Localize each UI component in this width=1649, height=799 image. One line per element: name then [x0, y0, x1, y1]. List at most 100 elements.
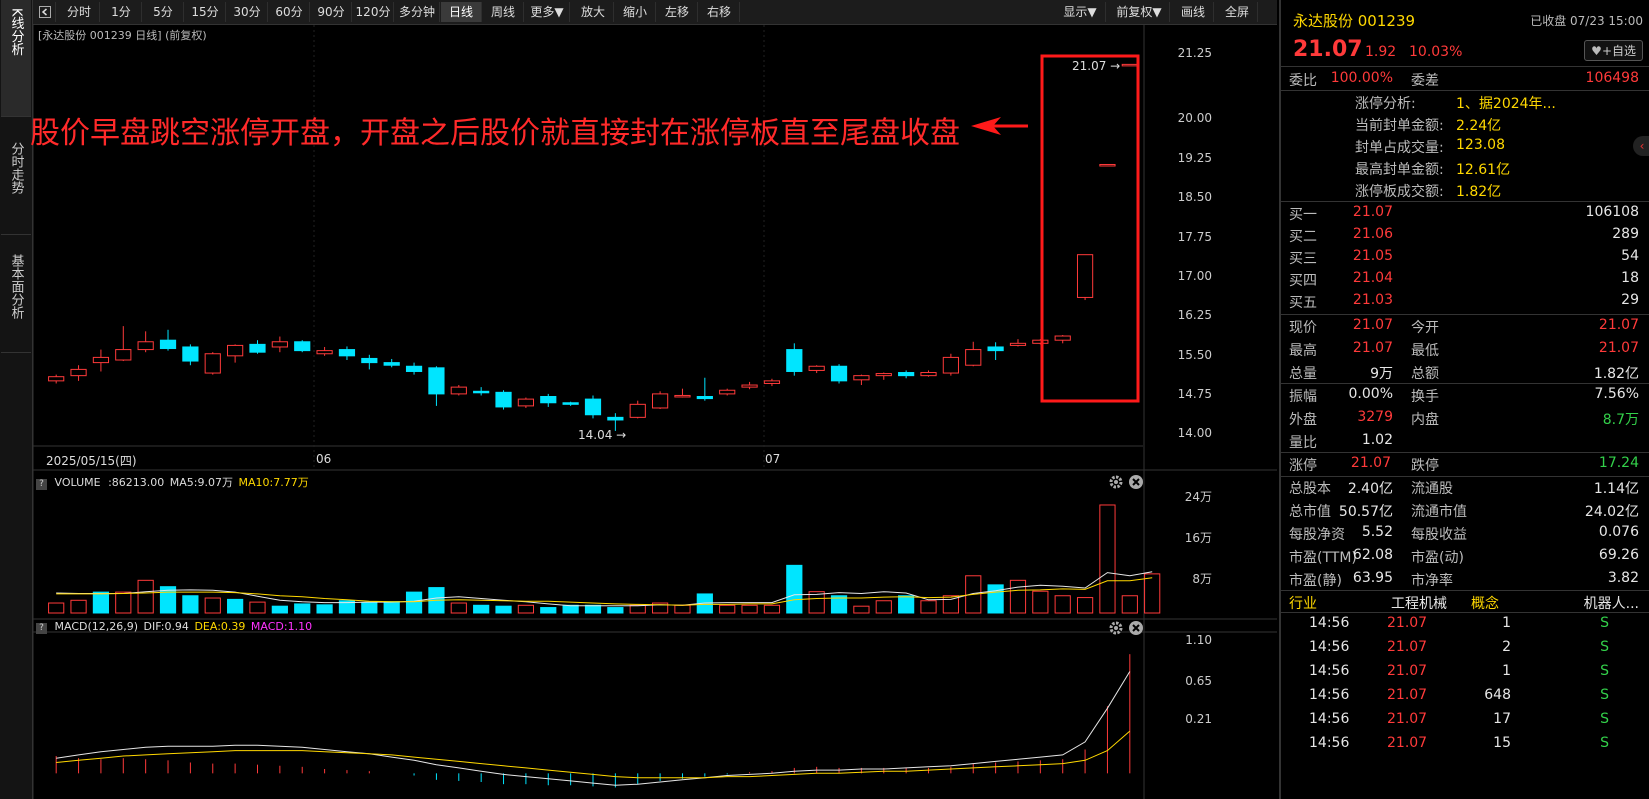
fullscreen-button[interactable]: 全屏 [1217, 2, 1258, 22]
zoom-in-button[interactable]: 放大 [573, 2, 614, 22]
display-dropdown[interactable]: 显示▼ [1055, 2, 1106, 22]
quote-label: 总额 [1411, 366, 1439, 382]
candle-body [786, 349, 803, 372]
volume-bar [316, 604, 333, 614]
bid-price[interactable]: 21.03 [1353, 292, 1393, 308]
weibi-value: 100.00% [1330, 70, 1393, 86]
bid-price[interactable]: 21.04 [1353, 270, 1393, 286]
volume-bar [294, 603, 311, 614]
quote-value: 0.076 [1598, 524, 1639, 540]
macd-help-icon[interactable]: ? [36, 623, 47, 634]
volume-axis: 24万 16万 8万 [1152, 488, 1212, 598]
limit-up-label: 涨停 [1289, 458, 1317, 474]
period-5min[interactable]: 5分 [143, 2, 184, 22]
period-daily[interactable]: 日线 [441, 2, 482, 22]
concept-value[interactable]: 机器人... [1584, 593, 1639, 613]
period-intraday[interactable]: 分时 [59, 2, 100, 22]
period-weekly[interactable]: 周线 [483, 2, 524, 22]
quote-value: 3279 [1357, 409, 1393, 425]
volume-bar [383, 601, 400, 614]
quote-label: 最低 [1411, 343, 1439, 359]
trade-side: S [1600, 639, 1609, 655]
weibi-label: 委比 [1289, 73, 1317, 89]
quote-value: 1.82亿 [1593, 366, 1639, 382]
volume-bar [875, 600, 892, 614]
add-watchlist-button[interactable]: ♥+自选 [1584, 40, 1643, 61]
bid-price[interactable]: 21.06 [1353, 226, 1393, 242]
period-more-dropdown[interactable]: 更多▼ [525, 2, 570, 22]
period-1min[interactable]: 1分 [101, 2, 142, 22]
candle-body [271, 341, 288, 348]
macd-close-icon[interactable] [1128, 620, 1144, 640]
limit-analysis-value: 2.24亿 [1456, 118, 1502, 134]
period-30min[interactable]: 30分 [227, 2, 268, 22]
quote-value: 1.14亿 [1593, 481, 1639, 497]
volume-bar [249, 601, 266, 614]
period-90min[interactable]: 90分 [311, 2, 352, 22]
candle-body [719, 389, 736, 395]
macd-tick: 1.10 [1185, 633, 1212, 647]
zoom-out-button[interactable]: 缩小 [615, 2, 656, 22]
move-right-button[interactable]: 右移 [699, 2, 740, 22]
current-price: 21.07 [1293, 37, 1363, 62]
date-label-july: 07 [765, 452, 781, 466]
macd-settings-icon[interactable] [1108, 620, 1124, 640]
quote-value: 62.08 [1352, 547, 1393, 563]
left-tab-bar: K线分析 分时走势 基本面分析 [0, 0, 33, 799]
volume-help-icon[interactable]: ? [36, 479, 47, 490]
limit-analysis-label: 涨停分析: [1355, 96, 1416, 112]
period-120min[interactable]: 120分 [353, 2, 394, 22]
high-price-value: 21.07 [1072, 59, 1107, 73]
candle-body [204, 353, 221, 374]
volume-bar [987, 584, 1004, 614]
volume-ma10: MA10:7.77万 [238, 476, 309, 489]
volume-header: ? VOLUME :86213.00 MA5:9.07万 MA10:7.77万 [36, 474, 309, 490]
adjust-dropdown[interactable]: 前复权▼ [1109, 2, 1170, 22]
quote-label: 总市值 [1289, 504, 1331, 520]
tab-intraday[interactable]: 分时走势 [1, 118, 31, 235]
candle-body [674, 394, 691, 398]
candle-body [898, 372, 915, 377]
industry-value[interactable]: 工程机械 [1391, 593, 1447, 613]
bid-price[interactable]: 21.05 [1353, 248, 1393, 264]
price-tick: 19.25 [1177, 151, 1212, 165]
limit-analysis-value: 12.61亿 [1456, 162, 1511, 178]
trade-time: 14:56 [1309, 663, 1350, 679]
limit-analysis-value[interactable]: 1、据2024年... [1456, 93, 1556, 113]
tab-fundamental[interactable]: 基本面分析 [1, 236, 31, 353]
expand-arrow-icon[interactable]: ‹ [1633, 136, 1649, 156]
draw-line-button[interactable]: 画线 [1173, 2, 1214, 22]
candle-body [830, 365, 848, 382]
volume-bar [584, 604, 602, 614]
candle-body [965, 349, 982, 366]
volume-close-icon[interactable] [1128, 474, 1144, 494]
candle-body [942, 356, 959, 374]
quote-label: 总股本 [1289, 481, 1331, 497]
quote-label: 市净率 [1411, 573, 1453, 589]
bid-price[interactable]: 21.07 [1353, 204, 1393, 220]
limit-analysis-value: 1.82亿 [1456, 184, 1502, 200]
candle-body [450, 386, 467, 395]
volume-bar [182, 595, 199, 614]
add-watchlist-label: +自选 [1601, 44, 1636, 58]
move-left-button[interactable]: 左移 [657, 2, 698, 22]
candle-body [383, 362, 400, 366]
candle-body [115, 349, 132, 361]
period-multi-min[interactable]: 多分钟 [395, 2, 440, 22]
candle-body [875, 373, 892, 377]
quote-label: 量比 [1289, 435, 1317, 451]
volume-settings-icon[interactable] [1108, 474, 1124, 494]
volume-bar [405, 591, 423, 614]
period-60min[interactable]: 60分 [269, 2, 310, 22]
tab-kline-analysis[interactable]: K线分析 [1, 0, 31, 117]
back-icon[interactable] [35, 2, 56, 22]
chart-title: [永达股份 001239 日线] (前复权) [38, 29, 207, 42]
candle-body [70, 368, 87, 377]
volume-bar [517, 604, 535, 614]
quote-label: 流通股 [1411, 481, 1453, 497]
period-15min[interactable]: 15分 [185, 2, 226, 22]
volume-bar [70, 599, 87, 614]
trade-time: 14:56 [1309, 639, 1350, 655]
price-tick: 14.00 [1177, 426, 1212, 440]
volume-bar [1054, 595, 1071, 614]
